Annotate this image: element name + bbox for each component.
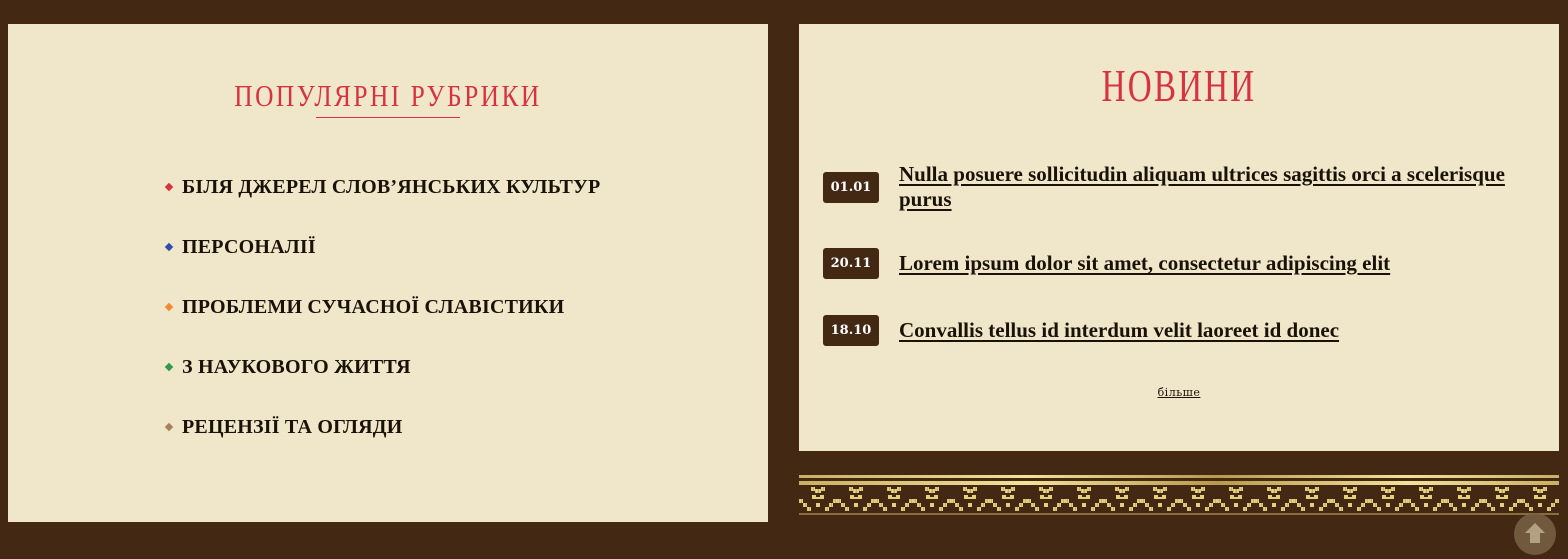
news-date-badge: 18.10 xyxy=(823,315,879,346)
rubrics-list: БІЛЯ ДЖЕРЕЛ СЛОВ’ЯНСЬКИХ КУЛЬТУР ПЕРСОНА… xyxy=(164,157,600,457)
popular-rubrics-title: ПОПУЛЯРНІ РУБРИКИ xyxy=(234,78,542,113)
rubric-label[interactable]: РЕЦЕНЗІЇ ТА ОГЛЯДИ xyxy=(182,416,402,439)
rubric-item[interactable]: ПЕРСОНАЛІЇ xyxy=(164,217,600,277)
news-item[interactable]: 20.11 Lorem ipsum dolor sit amet, consec… xyxy=(823,248,1519,279)
rubric-label[interactable]: З НАУКОВОГО ЖИТТЯ xyxy=(182,356,411,379)
rubric-label[interactable]: БІЛЯ ДЖЕРЕЛ СЛОВ’ЯНСЬКИХ КУЛЬТУР xyxy=(182,176,600,199)
rubric-item[interactable]: БІЛЯ ДЖЕРЕЛ СЛОВ’ЯНСЬКИХ КУЛЬТУР xyxy=(164,157,600,217)
diamond-bullet-icon xyxy=(164,302,174,312)
rubric-label[interactable]: ПЕРСОНАЛІЇ xyxy=(182,236,316,259)
rubric-item[interactable]: ПРОБЛЕМИ СУЧАСНОЇ СЛАВІСТИКИ xyxy=(164,277,600,337)
diamond-bullet-icon xyxy=(164,422,174,432)
embroidery-ornament xyxy=(799,475,1559,515)
news-link[interactable]: Convallis tellus id interdum velit laore… xyxy=(899,318,1519,343)
diamond-bullet-icon xyxy=(164,242,174,252)
arrow-up-icon xyxy=(1525,523,1545,543)
rubric-item[interactable]: З НАУКОВОГО ЖИТТЯ xyxy=(164,337,600,397)
diamond-bullet-icon xyxy=(164,362,174,372)
news-item[interactable]: 18.10 Convallis tellus id interdum velit… xyxy=(823,315,1519,346)
scroll-to-top-button[interactable] xyxy=(1514,513,1556,555)
diamond-bullet-icon xyxy=(164,182,174,192)
more-news-link[interactable]: більше xyxy=(799,386,1559,399)
news-panel: НОВИНИ 01.01 Nulla posuere sollicitudin … xyxy=(799,24,1559,451)
news-link[interactable]: Nulla posuere sollicitudin aliquam ultri… xyxy=(899,162,1519,212)
rubrics-divider xyxy=(316,117,460,118)
rubric-label[interactable]: ПРОБЛЕМИ СУЧАСНОЇ СЛАВІСТИКИ xyxy=(182,296,564,319)
news-title: НОВИНИ xyxy=(1101,60,1257,111)
popular-rubrics-panel: ПОПУЛЯРНІ РУБРИКИ БІЛЯ ДЖЕРЕЛ СЛОВ’ЯНСЬК… xyxy=(8,24,768,522)
news-item[interactable]: 01.01 Nulla posuere sollicitudin aliquam… xyxy=(823,162,1519,212)
rubric-item[interactable]: РЕЦЕНЗІЇ ТА ОГЛЯДИ xyxy=(164,397,600,457)
news-link[interactable]: Lorem ipsum dolor sit amet, consectetur … xyxy=(899,251,1519,276)
news-date-badge: 01.01 xyxy=(823,171,879,203)
news-date-badge: 20.11 xyxy=(823,248,879,279)
